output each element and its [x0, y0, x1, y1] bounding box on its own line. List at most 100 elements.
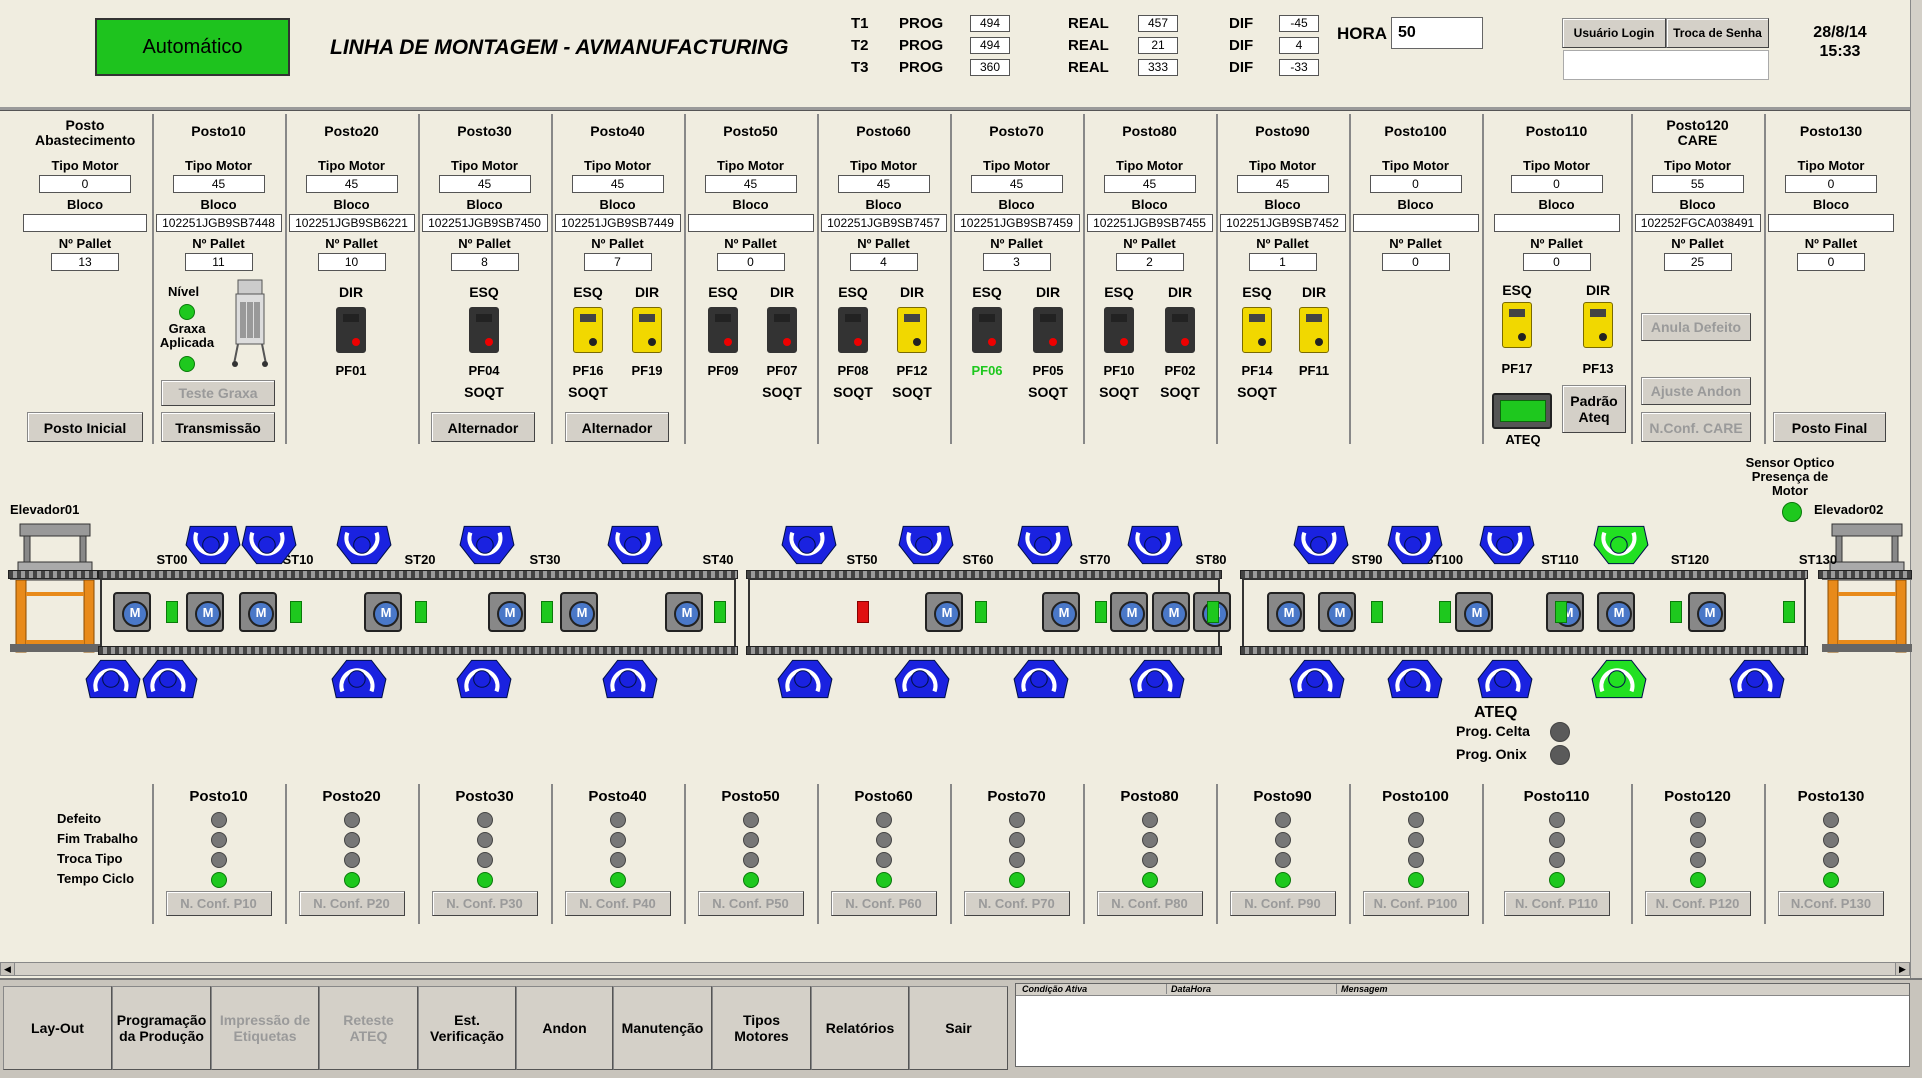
clamp-icon[interactable] [1386, 522, 1444, 568]
prog-value[interactable]: 494 [970, 37, 1010, 54]
clamp-icon[interactable] [601, 656, 659, 702]
dif-value[interactable]: -45 [1279, 15, 1319, 32]
scroll-right-icon[interactable]: ▶ [1895, 963, 1909, 975]
nconf-button[interactable]: N. Conf. P30 [431, 891, 538, 916]
tipo-motor-field[interactable]: 0 [1785, 175, 1877, 193]
transmissao-button[interactable]: Transmissão [161, 412, 275, 442]
nav-button[interactable]: Sair [909, 986, 1008, 1070]
clamp-icon[interactable] [893, 656, 951, 702]
alarm-col-datahora[interactable]: DataHora [1166, 984, 1211, 994]
nconf-button[interactable]: N. Conf. P110 [1503, 891, 1610, 916]
bloco-field[interactable] [1352, 214, 1479, 232]
nconf-button[interactable]: N. Conf. P20 [298, 891, 405, 916]
bloco-field[interactable]: 102251JGB9SB7450 [421, 214, 548, 232]
tipo-motor-field[interactable]: 45 [1103, 175, 1196, 193]
pallet-field[interactable]: 3 [982, 253, 1051, 271]
bloco-field[interactable]: 102251JGB9SB7449 [554, 214, 681, 232]
motor-pallet-icon[interactable] [113, 592, 151, 632]
pallet-field[interactable]: 8 [450, 253, 519, 271]
bloco-field[interactable]: 102251JGB9SB7452 [1219, 214, 1346, 232]
tipo-motor-field[interactable]: 45 [571, 175, 664, 193]
tipo-motor-field[interactable]: 45 [172, 175, 265, 193]
pf13-scanner-icon[interactable] [1583, 302, 1613, 348]
scroll-left-icon[interactable]: ◀ [1, 963, 15, 975]
alarm-list[interactable]: Condição Ativa DataHora Mensagem [1015, 983, 1910, 1067]
change-password-button[interactable]: Troca de Senha [1666, 18, 1769, 48]
nconf-button[interactable]: N. Conf. P100 [1362, 891, 1469, 916]
horizontal-scrollbar[interactable]: ◀ ▶ [0, 962, 1910, 976]
bloco-field[interactable] [1493, 214, 1620, 232]
motor-pallet-icon[interactable] [665, 592, 703, 632]
pallet-field[interactable]: 0 [1522, 253, 1591, 271]
nav-button[interactable]: Est. Verificação [418, 986, 516, 1070]
tipo-motor-field[interactable]: 0 [39, 175, 131, 193]
posto-final-button[interactable]: Posto Final [1773, 412, 1886, 442]
pallet-field[interactable]: 10 [317, 253, 386, 271]
pallet-field[interactable]: 25 [1663, 253, 1732, 271]
tipo-motor-field[interactable]: 45 [704, 175, 797, 193]
clamp-icon[interactable] [184, 522, 242, 568]
clamp-icon[interactable] [1386, 656, 1444, 702]
pallet-field[interactable]: 13 [51, 253, 119, 271]
motor-pallet-icon[interactable] [925, 592, 963, 632]
pallet-field[interactable]: 7 [583, 253, 652, 271]
pallet-field[interactable]: 1 [1248, 253, 1317, 271]
clamp-icon[interactable] [1012, 656, 1070, 702]
pf16-scanner-icon[interactable] [573, 307, 603, 353]
pf19-scanner-icon[interactable] [632, 307, 662, 353]
alarm-col-mensagem[interactable]: Mensagem [1336, 984, 1388, 994]
clamp-icon[interactable] [1126, 522, 1184, 568]
nconf-button[interactable]: N. Conf. P90 [1229, 891, 1336, 916]
clamp-icon[interactable] [780, 522, 838, 568]
pf06-scanner-icon[interactable] [972, 307, 1002, 353]
bloco-field[interactable]: 102251JGB9SB7448 [155, 214, 282, 232]
nav-button[interactable]: Tipos Motores [712, 986, 811, 1070]
tipo-motor-field[interactable]: 45 [970, 175, 1063, 193]
nconf-button[interactable]: N. Conf. P80 [1096, 891, 1203, 916]
alternador-30-button[interactable]: Alternador [431, 412, 535, 442]
clamp-icon[interactable] [240, 522, 298, 568]
tipo-motor-field[interactable]: 55 [1651, 175, 1744, 193]
clamp-icon[interactable] [84, 656, 142, 702]
nconf-button[interactable]: N. Conf. P60 [830, 891, 937, 916]
pf14-scanner-icon[interactable] [1242, 307, 1272, 353]
clamp-icon[interactable] [1478, 522, 1536, 568]
nav-button[interactable]: Programação da Produção [112, 986, 211, 1070]
dif-value[interactable]: -33 [1279, 59, 1319, 76]
pf11-scanner-icon[interactable] [1299, 307, 1329, 353]
tipo-motor-field[interactable]: 45 [305, 175, 398, 193]
teste-graxa-button[interactable]: Teste Graxa [161, 380, 275, 406]
clamp-icon[interactable] [776, 656, 834, 702]
pf10-scanner-icon[interactable] [1104, 307, 1134, 353]
pf05-scanner-icon[interactable] [1033, 307, 1063, 353]
motor-pallet-icon[interactable] [1110, 592, 1148, 632]
bloco-field[interactable]: 102251JGB9SB7459 [953, 214, 1080, 232]
nav-button[interactable]: Reteste ATEQ [319, 986, 418, 1070]
nav-button[interactable]: Andon [516, 986, 613, 1070]
pf02-scanner-icon[interactable] [1165, 307, 1195, 353]
motor-pallet-icon[interactable] [488, 592, 526, 632]
alarm-col-condicao[interactable]: Condição Ativa [1022, 984, 1087, 994]
real-value[interactable]: 457 [1138, 15, 1178, 32]
anula-defeito-button[interactable]: Anula Defeito [1641, 313, 1751, 341]
clamp-icon[interactable] [1728, 656, 1786, 702]
bloco-field[interactable]: 102252FGCA038491 [1634, 214, 1761, 232]
motor-pallet-icon[interactable] [1042, 592, 1080, 632]
nconf-care-button[interactable]: N.Conf. CARE [1641, 412, 1751, 442]
clamp-icon[interactable] [458, 522, 516, 568]
real-value[interactable]: 333 [1138, 59, 1178, 76]
login-status-field[interactable] [1563, 50, 1769, 80]
bloco-field[interactable]: 102251JGB9SB7455 [1086, 214, 1213, 232]
nconf-button[interactable]: N. Conf. P120 [1644, 891, 1751, 916]
bloco-field[interactable]: 102251JGB9SB7457 [820, 214, 947, 232]
nav-button[interactable]: Relatórios [811, 986, 909, 1070]
clamp-icon[interactable] [1590, 656, 1648, 702]
motor-pallet-icon[interactable] [1688, 592, 1726, 632]
ajuste-andon-button[interactable]: Ajuste Andon [1641, 377, 1751, 405]
pf09-scanner-icon[interactable] [708, 307, 738, 353]
alternador-40-button[interactable]: Alternador [565, 412, 669, 442]
pf01-scanner-icon[interactable] [336, 307, 366, 353]
motor-pallet-icon[interactable] [364, 592, 402, 632]
prog-value[interactable]: 360 [970, 59, 1010, 76]
nconf-button[interactable]: N. Conf. P10 [165, 891, 272, 916]
